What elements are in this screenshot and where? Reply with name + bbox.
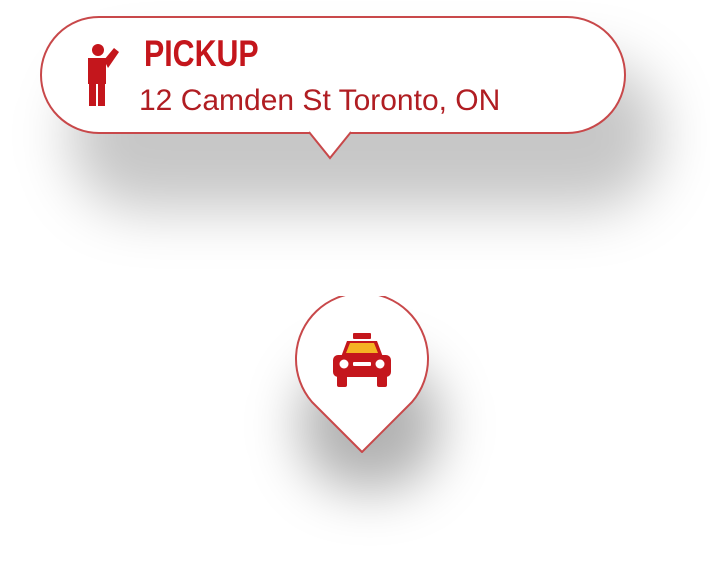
person-hailing-icon [88,44,119,106]
pickup-title: PICKUP [144,33,259,74]
taxi-icon [333,333,391,387]
pickup-address[interactable]: 12 Camden St Toronto, ON [139,82,500,120]
pickup-callout-tail [308,131,352,160]
